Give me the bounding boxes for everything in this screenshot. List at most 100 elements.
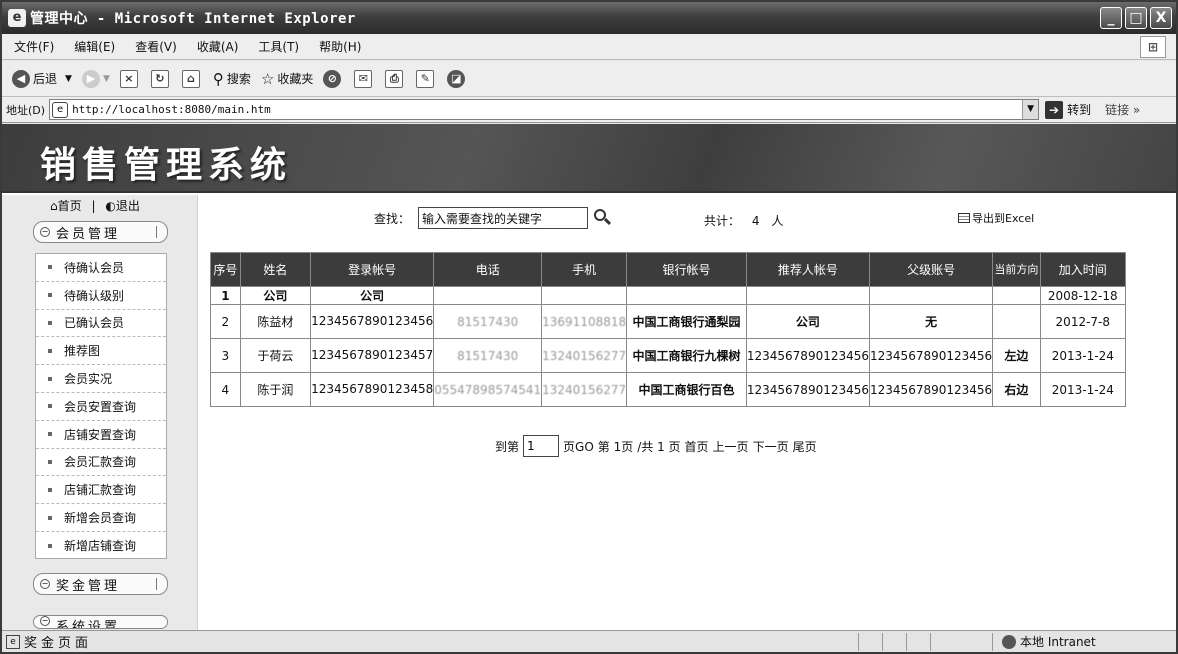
total-label: 共计： bbox=[704, 214, 741, 228]
page-go-button[interactable]: 页GO bbox=[563, 438, 594, 455]
logout-link[interactable]: 退出 bbox=[116, 199, 140, 213]
links-button[interactable]: 链接 » bbox=[1105, 101, 1140, 118]
menu-help[interactable]: 帮助(H) bbox=[319, 38, 361, 55]
first-page-link[interactable]: 首页 bbox=[685, 438, 709, 455]
favorites-button[interactable]: ☆ 收藏夹 bbox=[261, 70, 313, 88]
search-icon[interactable] bbox=[594, 209, 612, 227]
mail-icon[interactable]: ✉ bbox=[354, 69, 373, 88]
search-label: 查找： bbox=[374, 211, 411, 226]
status-text: 奖金页面 bbox=[24, 636, 93, 651]
maximize-button[interactable]: □ bbox=[1125, 7, 1147, 29]
col-header-mobile: 手机 bbox=[541, 252, 628, 287]
ie-icon: e bbox=[8, 9, 26, 27]
sidebar-item-store-remittance[interactable]: 店铺汇款查询 bbox=[36, 476, 166, 505]
back-dropdown-icon[interactable]: ▼ bbox=[65, 74, 72, 84]
page-number-input[interactable] bbox=[523, 435, 560, 457]
history-icon[interactable]: ⊘ bbox=[323, 69, 342, 88]
menu-tools[interactable]: 工具(T) bbox=[258, 38, 299, 55]
menu-file[interactable]: 文件(F) bbox=[14, 38, 54, 55]
menu-favorites[interactable]: 收藏(A) bbox=[197, 38, 239, 55]
go-button[interactable]: ➔ 转到 bbox=[1045, 100, 1092, 119]
stop-icon[interactable]: × bbox=[119, 69, 138, 88]
minimize-button[interactable]: _ bbox=[1100, 7, 1122, 29]
security-zone: 本地 Intranet bbox=[1002, 633, 1096, 650]
address-label: 地址(D) bbox=[6, 103, 46, 117]
print-icon[interactable]: ⎙ bbox=[385, 69, 404, 88]
table-row[interactable]: 2 陈益材 1234567890123456 81517430 13691108… bbox=[210, 304, 1127, 339]
table-row[interactable]: 3 于荷云 1234567890123457 81517430 13240156… bbox=[210, 338, 1127, 373]
table-row[interactable]: 4 陈于润 1234567890123458 05547898574541 13… bbox=[210, 372, 1127, 407]
col-header-phone: 电话 bbox=[433, 252, 543, 287]
home-icon[interactable]: ⌂ bbox=[181, 69, 200, 88]
address-url: http://localhost:8080/main.htm bbox=[72, 103, 271, 116]
sidebar-item-new-stores[interactable]: 新增店铺查询 bbox=[36, 532, 166, 560]
toolbar: ◀ 后退 ▼ ▶ ▼ × ↻ ⌂ ⚲ 搜索 ☆ 收藏夹 ⊘ ✉ ⎙ ✎ ◪ bbox=[2, 61, 1176, 97]
group-bonus-management[interactable]: − 奖金管理 bbox=[33, 573, 168, 595]
sidebar-item-member-placement[interactable]: 会员安置查询 bbox=[36, 393, 166, 421]
total-unit: 人 bbox=[771, 214, 784, 228]
sidebar-item-confirmed-members[interactable]: 已确认会员 bbox=[36, 310, 166, 338]
sidebar-item-pending-levels[interactable]: 待确认级别 bbox=[36, 282, 166, 310]
sidebar-item-member-remittance[interactable]: 会员汇款查询 bbox=[36, 449, 166, 477]
col-header-login: 登录帐号 bbox=[310, 252, 435, 287]
sidebar-item-store-placement[interactable]: 店铺安置查询 bbox=[36, 421, 166, 449]
address-input[interactable]: e http://localhost:8080/main.htm ▼ bbox=[49, 99, 1040, 120]
edit-icon[interactable]: ✎ bbox=[416, 69, 435, 88]
forward-dropdown-icon[interactable]: ▼ bbox=[103, 74, 110, 84]
go-arrow-icon: ➔ bbox=[1045, 100, 1064, 119]
sidebar-item-member-status[interactable]: 会员实况 bbox=[36, 365, 166, 393]
group-label: 奖金管理 bbox=[56, 578, 121, 594]
search-row: 查找： bbox=[374, 207, 612, 229]
forward-arrow-icon: ▶ bbox=[81, 69, 100, 88]
favorites-label: 收藏夹 bbox=[277, 72, 314, 86]
sidebar-item-new-members[interactable]: 新增会员查询 bbox=[36, 504, 166, 532]
address-dropdown-icon[interactable]: ▼ bbox=[1022, 100, 1039, 119]
refresh-icon[interactable]: ↻ bbox=[150, 69, 169, 88]
sidebar-item-pending-members[interactable]: 待确认会员 bbox=[36, 254, 166, 282]
collapse-icon: − bbox=[40, 227, 50, 237]
next-page-link[interactable]: 下一页 bbox=[753, 438, 789, 455]
home-small-icon: ⌂ bbox=[50, 199, 58, 213]
group-system-settings[interactable]: − 系统设置 bbox=[33, 615, 168, 629]
back-label: 后退 bbox=[33, 72, 58, 86]
total-pages: /共 1 页 bbox=[637, 439, 681, 454]
col-header-name: 姓名 bbox=[239, 252, 312, 287]
go-label: 转到 bbox=[1067, 103, 1092, 117]
window-title: 管理中心 - Microsoft Internet Explorer bbox=[30, 11, 356, 27]
menu-edit[interactable]: 编辑(E) bbox=[74, 38, 115, 55]
forward-button[interactable]: ▶ ▼ bbox=[81, 69, 110, 88]
collapse-icon: − bbox=[40, 616, 50, 626]
member-menu-list: 待确认会员 待确认级别 已确认会员 推荐图 会员实况 会员安置查询 店铺安置查询… bbox=[35, 253, 167, 559]
sidebar-top-links: ⌂首页 | ◐退出 bbox=[50, 197, 140, 214]
windows-logo-icon: ⊞ bbox=[1140, 36, 1166, 58]
search-button[interactable]: ⚲ 搜索 bbox=[213, 70, 251, 88]
title-bar: e 管理中心 - Microsoft Internet Explorer _ □… bbox=[2, 2, 1176, 34]
collapse-icon: − bbox=[40, 579, 50, 589]
group-label: 系统设置 bbox=[56, 620, 121, 629]
col-header-referrer: 推荐人帐号 bbox=[745, 252, 871, 287]
address-bar: 地址(D) e http://localhost:8080/main.htm ▼… bbox=[2, 97, 1176, 123]
last-page-link[interactable]: 尾页 bbox=[793, 438, 817, 455]
star-icon: ☆ bbox=[260, 69, 275, 88]
export-label: 导出到Excel bbox=[972, 212, 1035, 225]
col-header-bank: 银行帐号 bbox=[626, 252, 747, 287]
back-button[interactable]: ◀ 后退 ▼ bbox=[12, 69, 72, 88]
magnifier-icon: ⚲ bbox=[212, 69, 224, 88]
export-excel-link[interactable]: 导出到Excel bbox=[958, 210, 1034, 226]
zone-label: 本地 Intranet bbox=[1020, 635, 1096, 649]
sidebar: ⌂首页 | ◐退出 − 会员管理 待确认会员 待确认级别 已确认会员 推荐图 会… bbox=[2, 195, 198, 630]
group-member-management[interactable]: − 会员管理 bbox=[33, 221, 168, 243]
col-header-index: 序号 bbox=[210, 252, 241, 287]
sidebar-item-referral-chart[interactable]: 推荐图 bbox=[36, 337, 166, 366]
pager-to-label: 到第 bbox=[495, 439, 520, 454]
total-number: 4 bbox=[751, 214, 760, 228]
messenger-icon[interactable]: ◪ bbox=[447, 69, 466, 88]
menu-bar: 文件(F) 编辑(E) 查看(V) 收藏(A) 工具(T) 帮助(H) ⊞ bbox=[2, 34, 1176, 60]
close-button[interactable]: X bbox=[1150, 7, 1172, 29]
search-input[interactable] bbox=[418, 207, 589, 229]
prev-page-link[interactable]: 上一页 bbox=[713, 438, 749, 455]
table-row[interactable]: 1 公司 公司 2008-12-18 bbox=[210, 286, 1127, 305]
menu-view[interactable]: 查看(V) bbox=[135, 38, 177, 55]
home-link[interactable]: 首页 bbox=[58, 199, 82, 213]
total-count: 共计： 4 人 bbox=[704, 212, 791, 229]
